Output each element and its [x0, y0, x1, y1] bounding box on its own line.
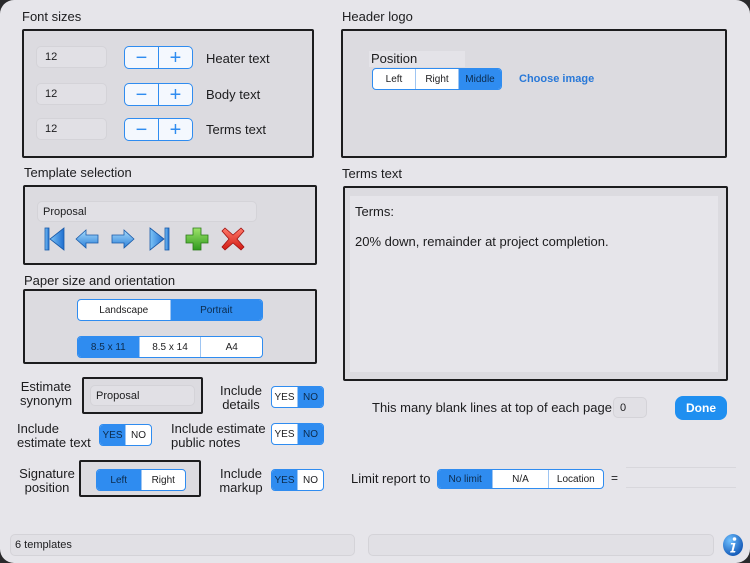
decrement-button[interactable]: −: [125, 119, 158, 140]
include-estimate-text-no[interactable]: NO: [125, 425, 151, 445]
logo-position-segmented[interactable]: Left Right Middle: [372, 68, 502, 90]
limit-report-value-field[interactable]: [626, 467, 736, 488]
include-estimate-text-yes[interactable]: YES: [100, 425, 125, 445]
status-right-field: [368, 534, 714, 556]
blank-lines-field[interactable]: 0: [613, 397, 647, 418]
include-public-notes-no[interactable]: NO: [297, 424, 323, 444]
font-sizes-title: Font sizes: [22, 9, 82, 24]
header-text-label: Heater text: [206, 51, 270, 66]
paper-panel: Landscape Portrait 8.5 x 11 8.5 x 14 A4: [23, 289, 317, 364]
include-details-no[interactable]: NO: [297, 387, 323, 407]
include-public-notes-yes[interactable]: YES: [272, 424, 297, 444]
include-estimate-text-label: Include estimate text: [17, 422, 97, 450]
include-estimate-text-label-line1: Include: [17, 421, 59, 436]
estimate-synonym-label: Estimate synonym: [20, 380, 72, 408]
include-details-label-line2: details: [222, 397, 260, 412]
logo-position-middle[interactable]: Middle: [458, 69, 501, 89]
add-icon[interactable]: [185, 227, 209, 251]
paper-size-segmented[interactable]: 8.5 x 11 8.5 x 14 A4: [77, 336, 263, 358]
terms-text-panel: Terms: 20% down, remainder at project co…: [343, 186, 728, 381]
include-markup-no[interactable]: NO: [297, 470, 323, 490]
include-details-label-line1: Include: [220, 383, 262, 398]
body-font-size-field[interactable]: 12: [36, 83, 107, 105]
signature-position-segmented[interactable]: Left Right: [96, 469, 186, 491]
signature-position-right[interactable]: Right: [140, 470, 186, 490]
delete-icon[interactable]: [221, 227, 245, 251]
orientation-landscape[interactable]: Landscape: [78, 300, 170, 320]
report-settings-sheet: Font sizes 12 − + Heater text 12 − + Bod…: [0, 0, 750, 563]
paper-size-legal[interactable]: 8.5 x 14: [138, 337, 201, 357]
limit-report-na[interactable]: N/A: [492, 470, 547, 488]
next-icon[interactable]: [111, 227, 135, 251]
include-public-notes-label-line1: Include estimate: [171, 421, 266, 436]
limit-report-label: Limit report to: [351, 471, 431, 486]
logo-position-right[interactable]: Right: [415, 69, 458, 89]
increment-button[interactable]: +: [158, 84, 192, 105]
include-estimate-text-toggle[interactable]: YES NO: [99, 424, 152, 446]
signature-position-label-line2: position: [24, 480, 70, 495]
increment-button[interactable]: +: [158, 47, 192, 68]
orientation-portrait[interactable]: Portrait: [169, 300, 262, 320]
signature-position-label-line1: Signature: [19, 466, 75, 481]
terms-text-label: Terms text: [206, 122, 266, 137]
terms-textarea[interactable]: Terms: 20% down, remainder at project co…: [350, 196, 718, 372]
include-estimate-text-label-line2: estimate text: [17, 435, 91, 450]
body-text-label: Body text: [206, 87, 261, 102]
body-font-size-stepper[interactable]: − +: [124, 83, 193, 106]
header-font-size-field[interactable]: 12: [36, 46, 107, 68]
blank-lines-label: This many blank lines at top of each pag…: [372, 400, 612, 415]
include-details-toggle[interactable]: YES NO: [271, 386, 324, 408]
choose-image-link[interactable]: Choose image: [519, 73, 594, 85]
terms-line-2: 20% down, remainder at project completio…: [355, 234, 609, 249]
status-left-field: 6 templates: [10, 534, 355, 556]
include-public-notes-toggle[interactable]: YES NO: [271, 423, 324, 445]
font-sizes-panel: 12 − + Heater text 12 − + Body text 12 −…: [22, 29, 314, 158]
header-font-size-stepper[interactable]: − +: [124, 46, 193, 69]
include-details-label: Include details: [218, 384, 264, 412]
estimate-synonym-label-line2: synonym: [20, 393, 73, 408]
estimate-synonym-panel: Proposal: [82, 377, 203, 414]
paper-title: Paper size and orientation: [24, 273, 176, 288]
template-selection-title: Template selection: [24, 165, 132, 180]
orientation-segmented[interactable]: Landscape Portrait: [77, 299, 263, 321]
equals-sign: =: [611, 471, 619, 485]
decrement-button[interactable]: −: [125, 84, 158, 105]
previous-icon[interactable]: [75, 227, 99, 251]
include-markup-label-line2: markup: [219, 480, 263, 495]
estimate-synonym-label-line1: Estimate: [20, 379, 72, 394]
signature-position-panel: Left Right: [79, 460, 201, 497]
template-name-field[interactable]: Proposal: [37, 201, 257, 222]
include-markup-label: Include markup: [218, 467, 264, 495]
done-button[interactable]: Done: [675, 396, 727, 420]
template-selection-panel: Proposal: [23, 185, 317, 265]
include-markup-yes[interactable]: YES: [272, 470, 297, 490]
info-icon[interactable]: [722, 533, 744, 557]
increment-button[interactable]: +: [158, 119, 192, 140]
terms-font-size-field[interactable]: 12: [36, 118, 107, 140]
first-icon[interactable]: [43, 227, 67, 251]
include-markup-toggle[interactable]: YES NO: [271, 469, 324, 491]
include-markup-label-line1: Include: [220, 466, 262, 481]
limit-report-segmented[interactable]: No limit N/A Location: [437, 469, 604, 489]
paper-size-a4[interactable]: A4: [200, 337, 262, 357]
limit-report-location[interactable]: Location: [547, 470, 603, 488]
logo-position-left[interactable]: Left: [373, 69, 415, 89]
signature-position-label: Signature position: [18, 467, 76, 495]
terms-font-size-stepper[interactable]: − +: [124, 118, 193, 141]
header-logo-panel: Position Left Right Middle Choose image: [341, 29, 727, 158]
include-public-notes-label: Include estimate public notes: [171, 422, 267, 450]
include-public-notes-label-line2: public notes: [171, 435, 241, 450]
decrement-button[interactable]: −: [125, 47, 158, 68]
paper-size-letter[interactable]: 8.5 x 11: [78, 337, 139, 357]
last-icon[interactable]: [147, 227, 171, 251]
estimate-synonym-field[interactable]: Proposal: [90, 385, 195, 406]
include-details-yes[interactable]: YES: [272, 387, 297, 407]
terms-text-title: Terms text: [342, 166, 402, 181]
limit-report-no-limit[interactable]: No limit: [438, 470, 493, 488]
signature-position-left[interactable]: Left: [97, 470, 141, 490]
position-label: Position: [369, 51, 465, 67]
terms-line-1: Terms:: [355, 204, 394, 219]
header-logo-title: Header logo: [342, 9, 413, 24]
